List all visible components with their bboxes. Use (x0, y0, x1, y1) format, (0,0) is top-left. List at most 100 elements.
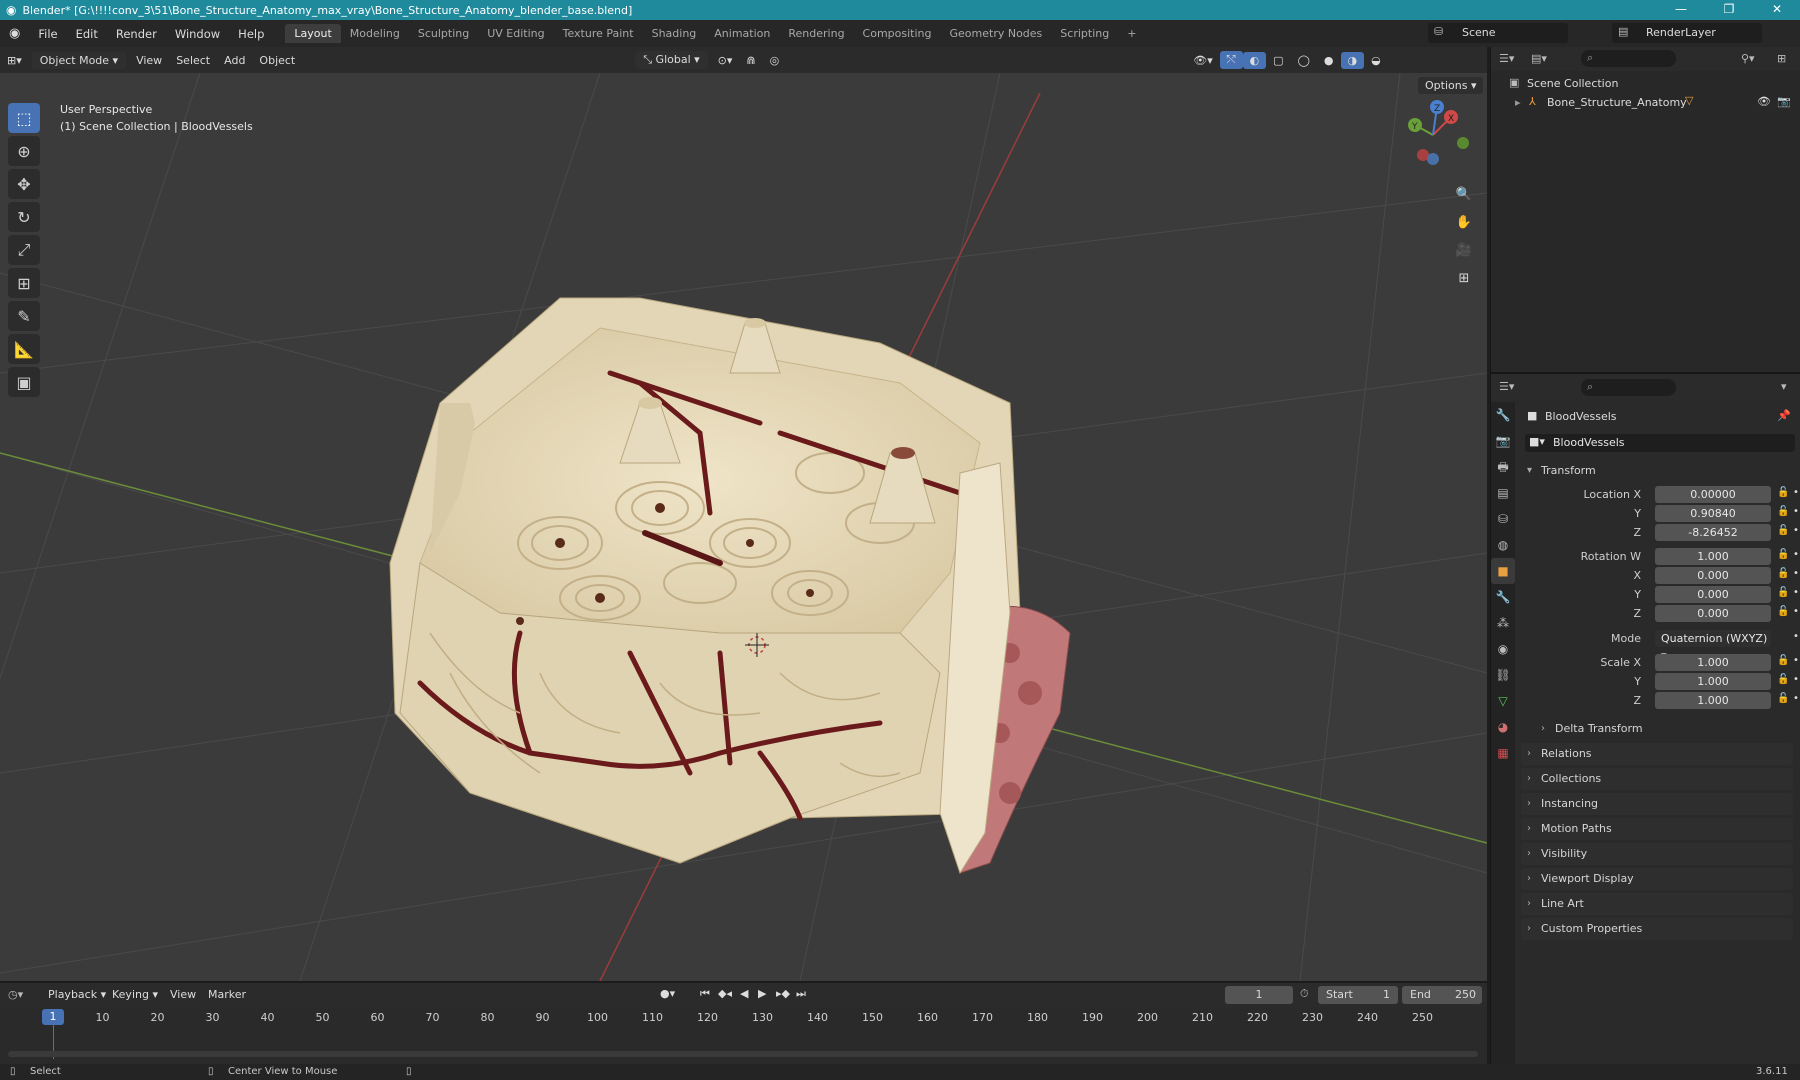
expand-chevron-icon[interactable]: ▸ (1515, 96, 1521, 109)
solid-shading-icon[interactable]: ● (1317, 52, 1341, 69)
keyframe-dot-icon[interactable]: • (1793, 606, 1799, 617)
minimize-icon[interactable]: — (1660, 0, 1702, 20)
properties-dropdown-icon[interactable]: ▾ (1781, 380, 1787, 393)
tab-texture-paint[interactable]: Texture Paint (554, 24, 643, 43)
xray-icon[interactable]: ▢ (1266, 52, 1290, 69)
pin-icon[interactable]: 📌 (1777, 409, 1791, 422)
tab-scripting[interactable]: Scripting (1051, 24, 1118, 43)
render-tab-icon[interactable]: 📷 (1491, 428, 1515, 454)
lock-icon[interactable]: 🔓 (1777, 506, 1789, 517)
transform-tool-icon[interactable]: ⊞ (8, 268, 40, 298)
tab-geometry-nodes[interactable]: Geometry Nodes (941, 24, 1052, 43)
keyframe-dot-icon[interactable]: • (1793, 568, 1799, 579)
navigation-gizmo[interactable]: X Y Z (1393, 95, 1473, 175)
tool-tab-icon[interactable]: 🔧 (1491, 402, 1515, 428)
display-mode-icon[interactable]: ▤▾ (1531, 52, 1547, 65)
line-art-panel[interactable]: › Line Art (1521, 893, 1793, 915)
outliner-editor-icon[interactable]: ☰▾ (1499, 52, 1514, 65)
collections-panel[interactable]: › Collections (1521, 768, 1793, 790)
keyframe-dot-icon[interactable]: • (1793, 587, 1799, 598)
rotation-y-field[interactable]: 0.000 (1655, 586, 1771, 603)
scale-tool-icon[interactable]: ⤢ (8, 235, 40, 265)
location-x-field[interactable]: 0.00000 (1655, 486, 1771, 503)
lock-icon[interactable]: 🔓 (1777, 525, 1789, 536)
visibility-icon[interactable]: 👁▾ (1186, 52, 1220, 69)
scene-tab-icon[interactable]: ⛁ (1491, 506, 1515, 532)
world-tab-icon[interactable]: ◍ (1491, 532, 1515, 558)
bone-model[interactable] (389, 297, 1071, 875)
tab-modeling[interactable]: Modeling (341, 24, 409, 43)
3d-viewport[interactable]: ⬚ ⊕ ✥ ↻ ⤢ ⊞ ✎ 📐 ▣ User Perspective (1) S… (0, 73, 1487, 981)
snap-icon[interactable]: ⋒ (739, 52, 762, 69)
keyframe-dot-icon[interactable]: • (1793, 506, 1799, 517)
scale-z-field[interactable]: 1.000 (1655, 692, 1771, 709)
properties-search-input[interactable]: ⌕ (1581, 379, 1676, 396)
outliner-search-input[interactable]: ⌕ (1581, 50, 1676, 67)
tab-layout[interactable]: Layout (285, 24, 341, 43)
cursor-tool-icon[interactable]: ⊕ (8, 136, 40, 166)
motion-paths-panel[interactable]: › Motion Paths (1521, 818, 1793, 840)
menu-file[interactable]: File (29, 27, 66, 41)
options-dropdown[interactable]: Options ▾ (1418, 77, 1484, 94)
add-cube-tool-icon[interactable]: ▣ (8, 367, 40, 397)
modifier-tab-icon[interactable]: 🔧 (1491, 584, 1515, 610)
editor-type-icon[interactable]: ⊞▾ (0, 52, 29, 69)
menu-edit[interactable]: Edit (67, 27, 107, 41)
constraints-tab-icon[interactable]: ⛓ (1491, 662, 1515, 688)
menu-object[interactable]: Object (252, 52, 302, 69)
zoom-icon[interactable]: 🔍 (1452, 183, 1476, 207)
material-tab-icon[interactable]: ◕ (1491, 714, 1515, 740)
proportional-edit-icon[interactable]: ◎ (763, 52, 787, 69)
relations-panel[interactable]: › Relations (1521, 743, 1793, 765)
gizmo-toggle-icon[interactable]: ⤲ (1219, 51, 1243, 69)
material-shading-icon[interactable]: ◑ (1340, 51, 1365, 69)
object-tab-icon[interactable]: ■ (1491, 558, 1515, 584)
keyframe-dot-icon[interactable]: • (1793, 487, 1799, 498)
lock-icon[interactable]: 🔓 (1777, 606, 1789, 617)
maximize-icon[interactable]: ❐ (1708, 0, 1750, 20)
scene-collection-row[interactable]: ▣ Scene Collection (1509, 75, 1789, 93)
eye-visibility-icon[interactable]: 👁 (1757, 95, 1771, 108)
lock-icon[interactable]: 🔓 (1777, 549, 1789, 560)
camera-render-icon[interactable]: 📷 (1777, 95, 1791, 108)
camera-view-icon[interactable]: 🎥 (1452, 239, 1476, 263)
rotation-x-field[interactable]: 0.000 (1655, 567, 1771, 584)
keyframe-dot-icon[interactable]: • (1793, 655, 1799, 666)
object-datablock-field[interactable]: ■▾ BloodVessels (1525, 434, 1795, 452)
texture-tab-icon[interactable]: ▦ (1491, 740, 1515, 766)
rotation-z-field[interactable]: 0.000 (1655, 605, 1771, 622)
keyframe-dot-icon[interactable]: • (1793, 674, 1799, 685)
playhead-frame[interactable]: 1 (42, 1009, 64, 1025)
lock-icon[interactable]: 🔓 (1777, 693, 1789, 704)
lock-icon[interactable]: 🔓 (1777, 587, 1789, 598)
menu-help[interactable]: Help (229, 27, 273, 41)
object-mode-dropdown[interactable]: Object Mode ▾ (31, 51, 127, 69)
lock-icon[interactable]: 🔓 (1777, 655, 1789, 666)
scene-selector[interactable]: ⛁ Scene (1428, 23, 1568, 43)
rotate-tool-icon[interactable]: ↻ (8, 202, 40, 232)
keyframe-dot-icon[interactable]: • (1793, 549, 1799, 560)
keyframe-dot-icon[interactable]: • (1793, 693, 1799, 704)
wireframe-shading-icon[interactable]: ◯ (1291, 52, 1317, 69)
keyframe-dot-icon[interactable]: • (1793, 525, 1799, 536)
renderlayer-selector[interactable]: ▤ RenderLayer (1612, 23, 1762, 43)
delta-transform-panel[interactable]: › Delta Transform (1535, 718, 1793, 740)
overlay-toggle-icon[interactable]: ◐ (1242, 51, 1267, 69)
keyframe-dot-icon[interactable]: • (1793, 631, 1799, 642)
properties-editor-icon[interactable]: ☰▾ (1499, 380, 1514, 393)
tab-rendering[interactable]: Rendering (779, 24, 853, 43)
filter-icon[interactable]: ⚲▾ (1741, 52, 1755, 65)
tab-sculpting[interactable]: Sculpting (409, 24, 478, 43)
instancing-panel[interactable]: › Instancing (1521, 793, 1793, 815)
pivot-icon[interactable]: ⊙▾ (711, 52, 740, 69)
lock-icon[interactable]: 🔓 (1777, 487, 1789, 498)
tab-uv-editing[interactable]: UV Editing (478, 24, 553, 43)
lock-icon[interactable]: 🔓 (1777, 568, 1789, 579)
visibility-panel[interactable]: › Visibility (1521, 843, 1793, 865)
location-y-field[interactable]: 0.90840 (1655, 505, 1771, 522)
add-workspace-button[interactable]: + (1118, 24, 1145, 43)
select-box-tool-icon[interactable]: ⬚ (8, 103, 40, 133)
location-z-field[interactable]: -8.26452 (1655, 524, 1771, 541)
close-icon[interactable]: ✕ (1756, 0, 1798, 20)
menu-render[interactable]: Render (107, 27, 166, 41)
